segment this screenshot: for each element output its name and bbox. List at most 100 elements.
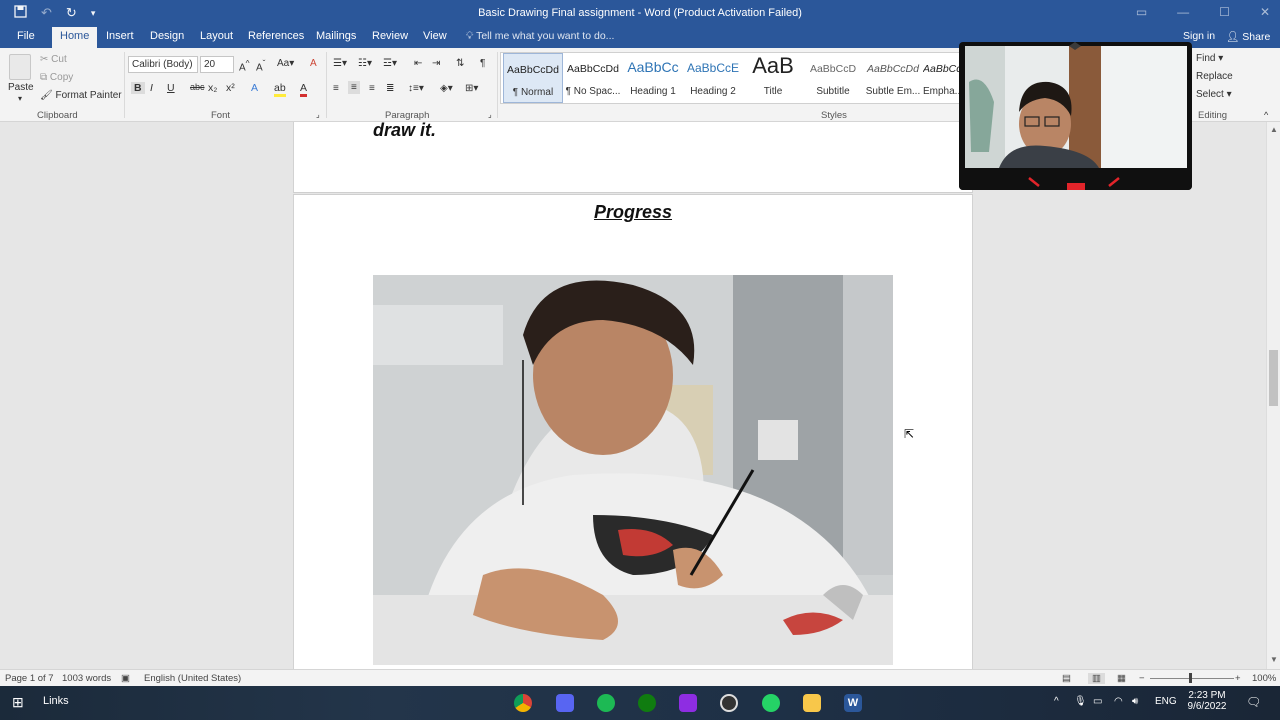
superscript-icon[interactable]: x² [226,82,235,94]
close-icon[interactable]: ✕ [1260,5,1270,19]
style-title[interactable]: AaB Title [743,53,803,103]
paragraph-dialog-launcher-icon[interactable]: ⌟ [488,110,492,119]
maximize-icon[interactable]: ☐ [1219,5,1230,19]
links-toolbar[interactable]: Links [43,695,69,707]
windows-start-icon[interactable]: ⊞ [12,694,24,711]
tab-references[interactable]: References [248,30,304,42]
align-left-icon[interactable]: ≡ [333,83,339,94]
minimize-icon[interactable]: — [1177,5,1189,19]
text-effects-icon[interactable]: A [251,82,258,94]
tab-view[interactable]: View [423,30,447,42]
paste-dropdown-icon[interactable]: ▾ [18,94,22,103]
file-explorer-icon[interactable] [803,694,821,712]
shading-icon[interactable]: ◈▾ [440,83,453,94]
align-right-icon[interactable]: ≡ [369,83,375,94]
style-subtle-emphasis[interactable]: AaBbCcDd Subtle Em... [863,53,923,103]
style-no-spacing[interactable]: AaBbCcDd ¶ No Spac... [563,53,623,103]
read-mode-icon[interactable]: ▤ [1062,673,1071,684]
document-area[interactable]: draw it. Progress ⇱ [0,122,1266,669]
print-layout-icon[interactable]: ▥ [1088,673,1105,684]
proofing-icon[interactable]: ▣ [121,673,130,684]
show-formatting-icon[interactable]: ¶ [480,58,485,69]
word-count[interactable]: 1003 words [62,673,111,684]
spotify-icon[interactable] [597,694,615,712]
grow-font-icon[interactable]: A^ [239,58,250,73]
obs-icon[interactable] [720,694,738,712]
zoom-slider-thumb[interactable] [1189,673,1192,683]
tab-mailings[interactable]: Mailings [316,30,356,42]
word-icon[interactable]: W [844,694,862,712]
zoom-out-icon[interactable]: − [1139,673,1145,684]
ribbon-display-icon[interactable]: ▭ [1136,5,1147,19]
style-emphasis[interactable]: AaBbCc Empha... [923,53,959,103]
progress-photo[interactable] [373,275,893,665]
tab-file[interactable]: File [17,30,35,42]
sort-icon[interactable]: ⇅ [456,58,464,69]
zoom-in-icon[interactable]: + [1235,673,1241,684]
copy-button[interactable]: ⧉ Copy [40,72,73,83]
italic-icon[interactable]: I [150,82,153,94]
page-count[interactable]: Page 1 of 7 [5,673,54,684]
sign-in-link[interactable]: Sign in [1183,30,1215,42]
language-indicator[interactable]: English (United States) [144,673,241,684]
show-hidden-icons-icon[interactable]: ^ [1054,696,1059,707]
language-tray[interactable]: ENG [1155,696,1177,707]
tab-review[interactable]: Review [372,30,408,42]
clear-formatting-icon[interactable]: A [310,58,317,69]
notifications-icon[interactable]: 🗨︎ [1246,695,1261,709]
strikethrough-icon[interactable]: abc [190,82,205,92]
highlight-icon[interactable]: ab [274,82,286,97]
numbering-icon[interactable]: ☷▾ [358,58,372,69]
multilevel-list-icon[interactable]: ☲▾ [383,58,397,69]
find-button[interactable]: Find ▾ [1196,53,1223,64]
tab-design[interactable]: Design [150,30,184,42]
bold-icon[interactable]: B [131,82,145,94]
replace-button[interactable]: Replace [1196,71,1233,82]
web-layout-icon[interactable]: ▦ [1117,673,1126,684]
scroll-thumb[interactable] [1269,350,1278,406]
change-case-icon[interactable]: Aa▾ [277,58,294,69]
font-size-box[interactable]: 20 [200,56,234,73]
share-button[interactable]: 👤︎ Share [1226,30,1270,43]
tab-insert[interactable]: Insert [106,30,134,42]
style-heading-1[interactable]: AaBbCc Heading 1 [623,53,683,103]
collapse-ribbon-icon[interactable]: ^ [1264,110,1268,120]
zoom-slider[interactable] [1150,678,1234,679]
format-painter-button[interactable]: 🖌︎ Format Painter [40,90,122,101]
increase-indent-icon[interactable]: ⇥ [432,58,440,69]
wifi-icon[interactable]: ◠ [1114,696,1123,707]
line-spacing-icon[interactable]: ↕≡▾ [408,83,424,94]
clock[interactable]: 2:23 PM 9/6/2022 [1184,690,1230,712]
paste-icon[interactable] [9,54,31,80]
select-button[interactable]: Select ▾ [1196,89,1232,100]
volume-icon[interactable]: 🔊︎ [1132,696,1138,707]
decrease-indent-icon[interactable]: ⇤ [414,58,422,69]
scroll-up-icon[interactable]: ▲ [1270,125,1278,134]
xbox-icon[interactable] [638,694,656,712]
tab-layout[interactable]: Layout [200,30,233,42]
discord-icon[interactable] [556,694,574,712]
style-subtitle[interactable]: AaBbCcD Subtitle [803,53,863,103]
borders-icon[interactable]: ⊞▾ [465,83,478,94]
instagram-icon[interactable] [679,694,697,712]
bullets-icon[interactable]: ☰▾ [333,58,347,69]
battery-icon[interactable]: ▭ [1093,696,1102,707]
tab-home[interactable]: Home [52,27,98,48]
vertical-scrollbar[interactable]: ▲ ▼ [1266,122,1280,669]
justify-icon[interactable]: ≣ [386,83,394,94]
font-name-box[interactable]: Calibri (Body) [128,56,198,73]
scroll-down-icon[interactable]: ▼ [1270,655,1278,664]
shrink-font-icon[interactable]: Aˇ [256,58,265,73]
paste-button[interactable]: Paste [8,82,34,93]
underline-icon[interactable]: U [167,82,175,94]
style-heading-2[interactable]: AaBbCcE Heading 2 [683,53,743,103]
cut-button[interactable]: ✂ Cut [40,54,67,65]
microphone-icon[interactable]: 🎙︎ [1074,696,1087,707]
tell-me-search[interactable]: 💡︎ Tell me what you want to do... [466,30,614,43]
align-center-icon[interactable]: ≡ [348,81,360,94]
chrome-icon[interactable] [514,694,532,712]
font-dialog-launcher-icon[interactable]: ⌟ [316,110,320,119]
subscript-icon[interactable]: x₂ [208,82,217,94]
style-normal[interactable]: AaBbCcDd ¶ Normal [503,53,563,103]
whatsapp-icon[interactable] [762,694,780,712]
